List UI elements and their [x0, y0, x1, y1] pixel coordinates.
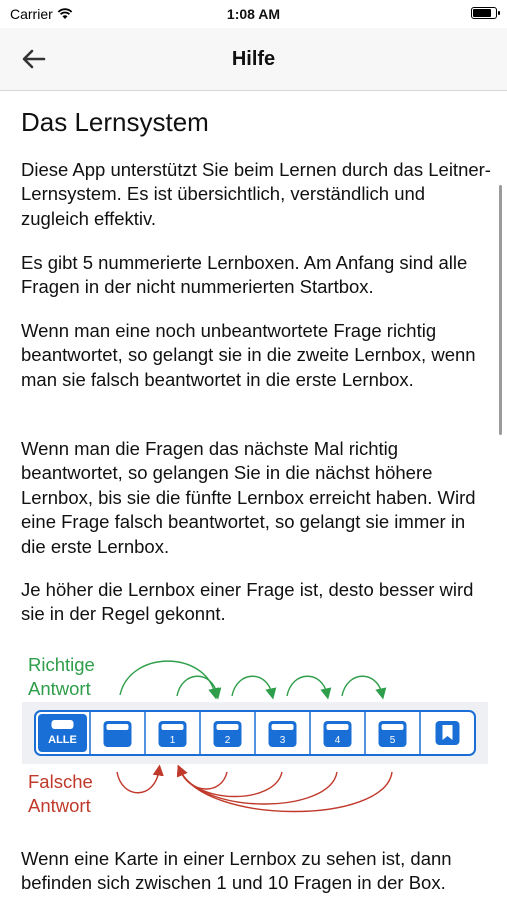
box-number: 2 — [225, 735, 231, 746]
box-label: ALLE — [48, 734, 77, 746]
correct-arc-2 — [231, 675, 277, 700]
box-5-icon: 5 — [378, 721, 407, 747]
paragraph-boxes: Es gibt 5 nummerierte Lernboxen. Am Anfa… — [21, 252, 468, 298]
paragraph-first-answer: Wenn man eine noch unbeantwortete Frage … — [21, 320, 476, 390]
box-1-icon: 1 — [158, 721, 187, 747]
wrong-arc-5 — [177, 764, 393, 813]
paragraph-next-answer: Wenn man die Fragen das nächste Mal rich… — [21, 438, 476, 557]
box-3-icon: 3 — [268, 721, 297, 747]
navigation-bar: Hilfe — [0, 28, 507, 91]
paragraph-intro: Diese App unterstützt Sie beim Lernen du… — [21, 159, 491, 229]
correct-arc-3 — [286, 675, 332, 700]
battery-icon — [471, 7, 500, 19]
leitner-diagram: ALLE 1 2 3 4 5 — [22, 660, 488, 813]
correct-arc-1 — [176, 675, 222, 700]
page-title: Hilfe — [231, 48, 276, 70]
box-number: 4 — [335, 735, 341, 746]
box-number: 5 — [390, 735, 396, 746]
box-number: 3 — [280, 735, 286, 746]
wrong-arc-start — [116, 764, 164, 794]
wrong-arc-4 — [177, 764, 338, 805]
wrong-arc-3 — [177, 764, 283, 798]
start-box-icon — [103, 721, 132, 747]
scrollbar[interactable] — [499, 185, 502, 435]
status-time: 1:08 AM — [226, 6, 281, 22]
correct-arc-start — [119, 660, 220, 700]
all-boxes-icon: ALLE — [38, 714, 87, 752]
section-heading: Das Lernsystem — [21, 107, 209, 137]
box-2-icon: 2 — [213, 721, 242, 747]
paragraph-higher-box: Je höher die Lernbox einer Frage ist, de… — [21, 579, 474, 625]
paragraph-card-info: Wenn eine Karte in einer Lernbox zu sehe… — [21, 848, 452, 894]
correct-arc-4 — [341, 675, 387, 700]
box-number: 1 — [170, 735, 176, 746]
box-4-icon: 4 — [323, 721, 352, 747]
learned-bookmark-icon — [435, 721, 460, 745]
status-bar: Carrier 1:08 AM — [0, 0, 507, 28]
